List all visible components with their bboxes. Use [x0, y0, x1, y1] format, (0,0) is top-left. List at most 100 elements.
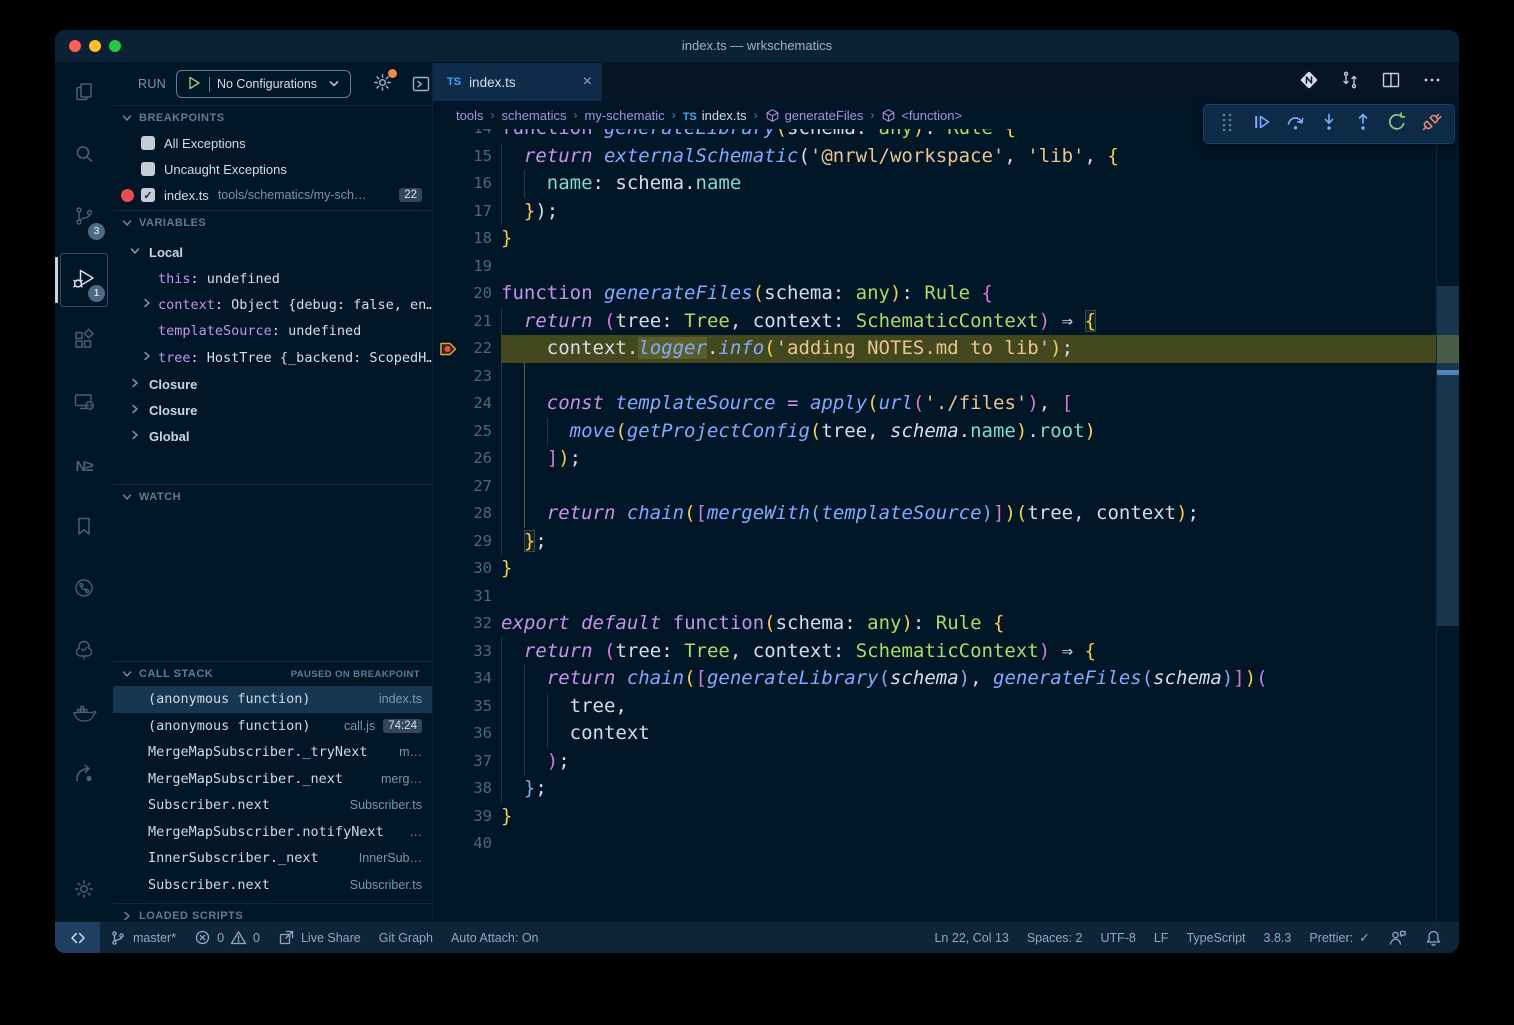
run-toolbar: RUN No Configurations [113, 63, 432, 105]
configure-launch-button[interactable] [372, 72, 393, 96]
activity-extensions[interactable] [55, 311, 113, 373]
activity-test-explorer[interactable] [55, 621, 113, 683]
status-eol[interactable]: LF [1145, 922, 1178, 953]
line-text: } [501, 803, 512, 831]
status-prettier[interactable]: Prettier:✓ [1300, 922, 1379, 953]
step-out-button[interactable] [1346, 107, 1380, 141]
editor-group: TS index.ts × tools›schematics›my-schema… [433, 63, 1459, 922]
call-stack-section-header[interactable]: CALL STACK PAUSED ON BREAKPOINT [113, 661, 432, 686]
activity-source-control[interactable]: 3 [55, 187, 113, 249]
launch-configuration-dropdown[interactable]: No Configurations [176, 70, 351, 98]
close-tab-button[interactable]: × [583, 74, 592, 90]
breakpoint-checkbox[interactable]: ✓ [141, 188, 155, 202]
call-stack-frame[interactable]: MergeMapSubscriber.notifyNext… [113, 819, 432, 846]
breadcrumb-item[interactable]: TSindex.ts [683, 108, 747, 123]
configuration-name: No Configurations [217, 77, 317, 91]
activity-code-time[interactable] [55, 559, 113, 621]
code-editor[interactable]: 14function generateLibrary(schema: any):… [433, 115, 1459, 858]
code-line: 19 [433, 253, 1459, 281]
activity-run-and-debug[interactable]: 1 [55, 249, 113, 311]
nx-format-button[interactable] [1298, 69, 1320, 96]
breakpoint-row[interactable]: ✓All Exceptions [113, 130, 432, 156]
breadcrumb-item[interactable]: tools [456, 108, 483, 123]
variable-row[interactable]: context: Object {debug: false, en… [113, 292, 432, 318]
call-stack-frame[interactable]: InnerSubscriber._nextInnerSub… [113, 845, 432, 872]
activity-explorer[interactable] [55, 63, 113, 125]
scope-closure[interactable]: Closure [113, 397, 432, 423]
variables-section-header[interactable]: VARIABLES [113, 210, 432, 235]
code-line: 21 return (tree: Tree, context: Schemati… [433, 308, 1459, 336]
breadcrumb-text: schematics [501, 108, 566, 123]
status-language-mode[interactable]: TypeScript [1177, 922, 1254, 953]
status-git-graph[interactable]: Git Graph [370, 922, 442, 953]
more-actions-button[interactable] [1421, 69, 1443, 96]
code-line: 27 [433, 473, 1459, 501]
call-stack-frame[interactable]: MergeMapSubscriber._nextmerg… [113, 766, 432, 793]
step-into-button[interactable] [1312, 107, 1346, 141]
editor-scrollbar[interactable] [1437, 286, 1459, 626]
status-live-share[interactable]: Live Share [269, 922, 370, 953]
breakpoints-section-header[interactable]: BREAKPOINTS [113, 105, 432, 130]
frame-file: Subscriber.ts [350, 798, 422, 812]
breadcrumb-item[interactable]: generateFiles [765, 108, 864, 123]
status-encoding[interactable]: UTF-8 [1091, 922, 1144, 953]
drag-handle-button[interactable] [1210, 107, 1244, 141]
variable-row[interactable]: tree: HostTree {_backend: ScopedH… [113, 345, 432, 371]
activity-nx-console[interactable]: N≥ [55, 435, 113, 497]
restart-button[interactable] [1380, 107, 1414, 141]
breadcrumb-item[interactable]: my-schematic [585, 108, 665, 123]
activity-deploy[interactable] [55, 745, 113, 807]
breakpoint-row[interactable]: ✓Uncaught Exceptions [113, 156, 432, 182]
frame-file: Subscriber.ts [350, 878, 422, 892]
status-problems[interactable]: 00 [185, 922, 269, 953]
activity-manage[interactable] [55, 860, 113, 922]
line-number: 27 [433, 473, 492, 501]
status-text: Live Share [301, 931, 361, 945]
line-number: 34 [433, 665, 492, 693]
disconnect-button[interactable] [1414, 107, 1448, 141]
variable-row[interactable]: this: undefined [113, 265, 432, 291]
loaded-scripts-section-header[interactable]: LOADED SCRIPTS [113, 903, 432, 922]
watch-section-header[interactable]: WATCH [113, 484, 432, 509]
code-line: 23 [433, 363, 1459, 391]
frame-name: Subscriber.next [148, 797, 270, 813]
call-stack-frame[interactable]: Subscriber.next Subscriber.ts [113, 792, 432, 819]
status-auto-attach[interactable]: Auto Attach: On [442, 922, 548, 953]
status-indentation[interactable]: Spaces: 2 [1018, 922, 1092, 953]
breakpoint-checkbox[interactable]: ✓ [141, 162, 155, 176]
scope-global[interactable]: Global [113, 424, 432, 450]
status-ts-version[interactable]: 3.8.3 [1255, 922, 1301, 953]
call-stack-frame[interactable]: MergeMapSubscriber._tryNextm… [113, 739, 432, 766]
remote-icon [68, 929, 88, 947]
split-editor-button[interactable] [1380, 69, 1402, 96]
breadcrumb-item[interactable]: schematics [501, 108, 566, 123]
activity-bookmarks[interactable] [55, 497, 113, 559]
breakpoint-row[interactable]: ✓index.tstools/schematics/my-sch…22 [113, 182, 432, 208]
status-notifications[interactable] [1416, 922, 1451, 953]
continue-button[interactable] [1244, 107, 1278, 141]
call-stack-frame[interactable]: Subscriber.nextSubscriber.ts [113, 872, 432, 899]
call-stack-frame[interactable]: (anonymous function)index.ts [113, 686, 432, 713]
variable-row[interactable]: templateSource: undefined [113, 318, 432, 344]
activity-search[interactable] [55, 125, 113, 187]
breakpoint-checkbox[interactable]: ✓ [141, 136, 155, 150]
activity-remote-explorer[interactable] [55, 373, 113, 435]
breadcrumb-separator: › [672, 108, 676, 122]
open-changes-button[interactable] [1339, 69, 1361, 96]
call-stack-list: (anonymous function)index.ts(anonymous f… [113, 686, 432, 898]
status-git-branch[interactable]: master* [100, 922, 185, 953]
status-remote-indicator[interactable] [55, 922, 100, 953]
frame-file: index.ts [379, 692, 422, 706]
status-feedback[interactable] [1379, 922, 1416, 953]
tab-index-ts[interactable]: TS index.ts × [433, 63, 602, 101]
step-over-button[interactable] [1278, 107, 1312, 141]
debug-console-button[interactable] [411, 74, 431, 94]
activity-docker[interactable] [55, 683, 113, 745]
scope-closure[interactable]: Closure [113, 371, 432, 397]
breakpoint-hit-arrow-icon[interactable] [439, 339, 461, 359]
status-cursor-position[interactable]: Ln 22, Col 13 [925, 922, 1017, 953]
call-stack-frame[interactable]: (anonymous function)call.js74:24 [113, 713, 432, 740]
line-text: function generateFiles(schema: any): Rul… [501, 280, 993, 308]
scope-local[interactable]: Local [113, 239, 432, 265]
breadcrumb-item[interactable]: <function> [881, 108, 962, 123]
